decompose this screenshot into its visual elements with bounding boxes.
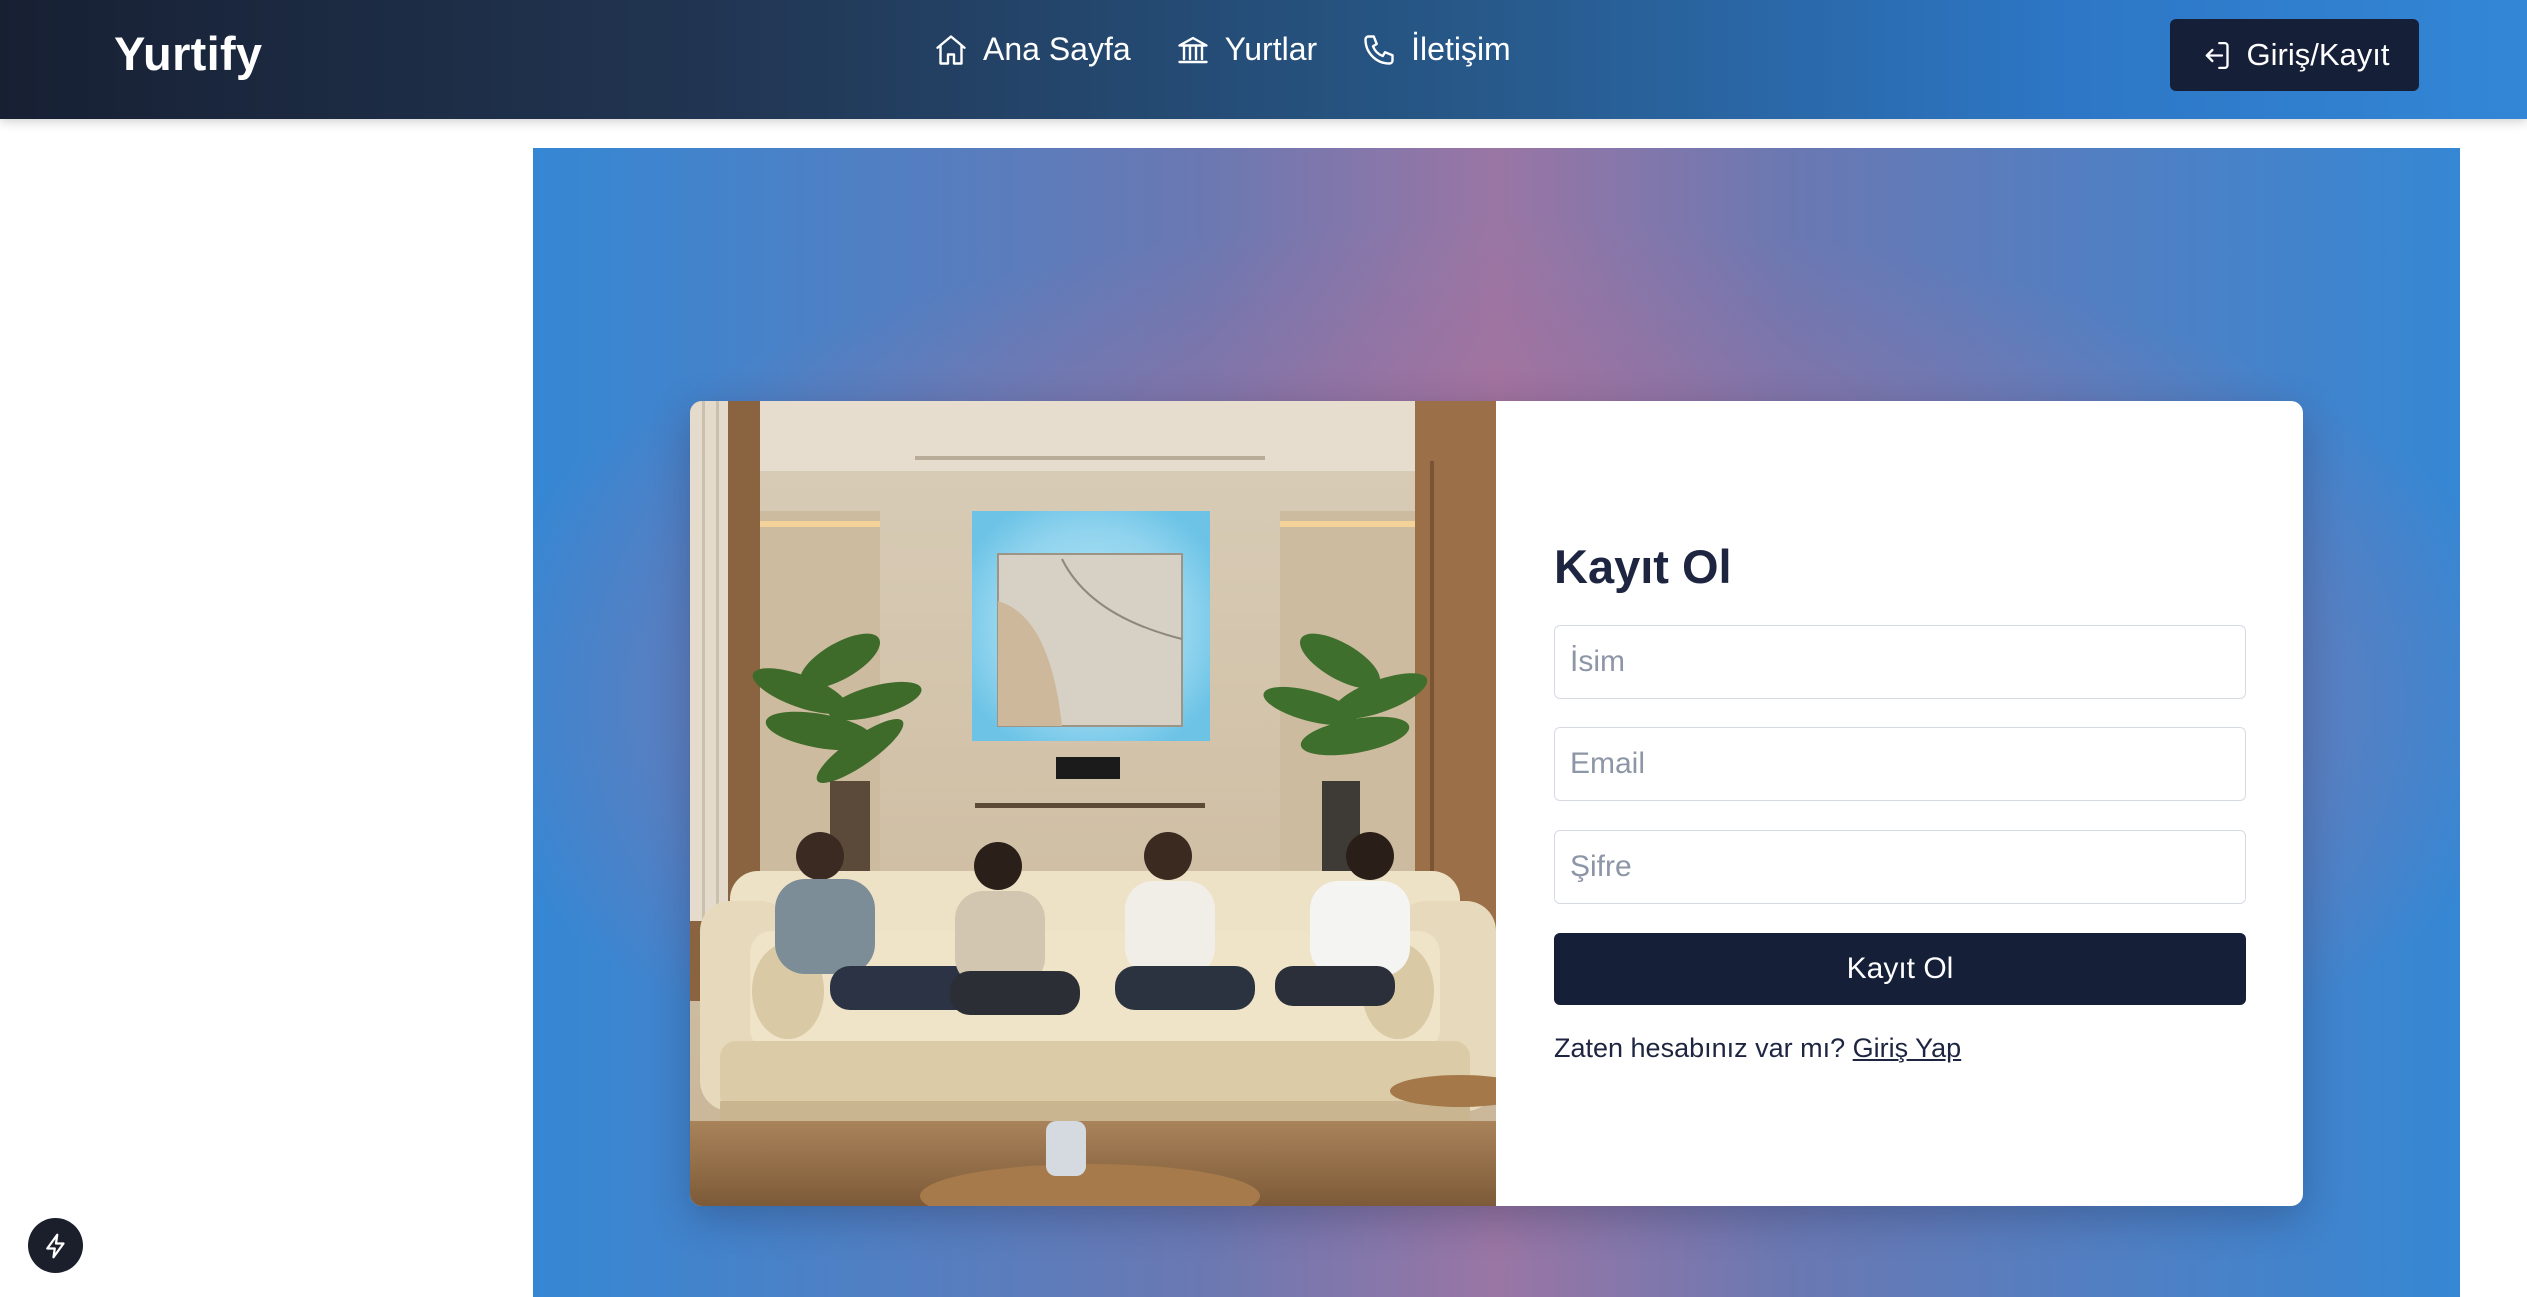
email-field[interactable]: [1554, 727, 2246, 801]
brand-logo[interactable]: Yurtify: [114, 26, 262, 81]
nav-item-home[interactable]: Ana Sayfa: [933, 31, 1131, 68]
log-in-icon: [2205, 41, 2229, 69]
bank-icon: [1177, 36, 1208, 63]
login-register-button[interactable]: Giriş/Kayıt: [2170, 19, 2419, 91]
register-form: Kayıt Ol Kayıt Ol Zaten hesabınız var mı…: [1496, 401, 2303, 1206]
main-nav: Ana Sayfa Yurtlar İletişim: [933, 31, 1511, 68]
register-card: Kayıt Ol Kayıt Ol Zaten hesabınız var mı…: [690, 401, 2303, 1206]
login-register-label: Giriş/Kayıt: [2246, 37, 2390, 72]
nav-label-dorms: Yurtlar: [1224, 31, 1318, 67]
floating-action-button[interactable]: [28, 1218, 83, 1273]
phone-icon: [1364, 34, 1394, 65]
top-navbar: Yurtify Ana Sayfa Yurtlar İletişim Giriş…: [0, 0, 2527, 119]
home-icon: [936, 34, 966, 65]
form-title: Kayıt Ol: [1554, 540, 1732, 593]
login-prompt-text: Zaten hesabınız var mı?: [1554, 1033, 1853, 1063]
nav-item-contact[interactable]: İletişim: [1361, 31, 1511, 68]
bolt-icon: [45, 1233, 65, 1258]
nav-item-dorms[interactable]: Yurtlar: [1175, 31, 1317, 68]
register-submit-button[interactable]: Kayıt Ol: [1554, 933, 2246, 1005]
nav-label-contact: İletişim: [1411, 31, 1511, 67]
password-field[interactable]: [1554, 830, 2246, 904]
hero-section: Kayıt Ol Kayıt Ol Zaten hesabınız var mı…: [533, 148, 2460, 1297]
name-field[interactable]: [1554, 625, 2246, 699]
login-link[interactable]: Giriş Yap: [1853, 1033, 1962, 1063]
login-prompt-line: Zaten hesabınız var mı? Giriş Yap: [1554, 1033, 1961, 1064]
hero-illustration: [690, 401, 1496, 1206]
nav-label-home: Ana Sayfa: [983, 31, 1131, 67]
